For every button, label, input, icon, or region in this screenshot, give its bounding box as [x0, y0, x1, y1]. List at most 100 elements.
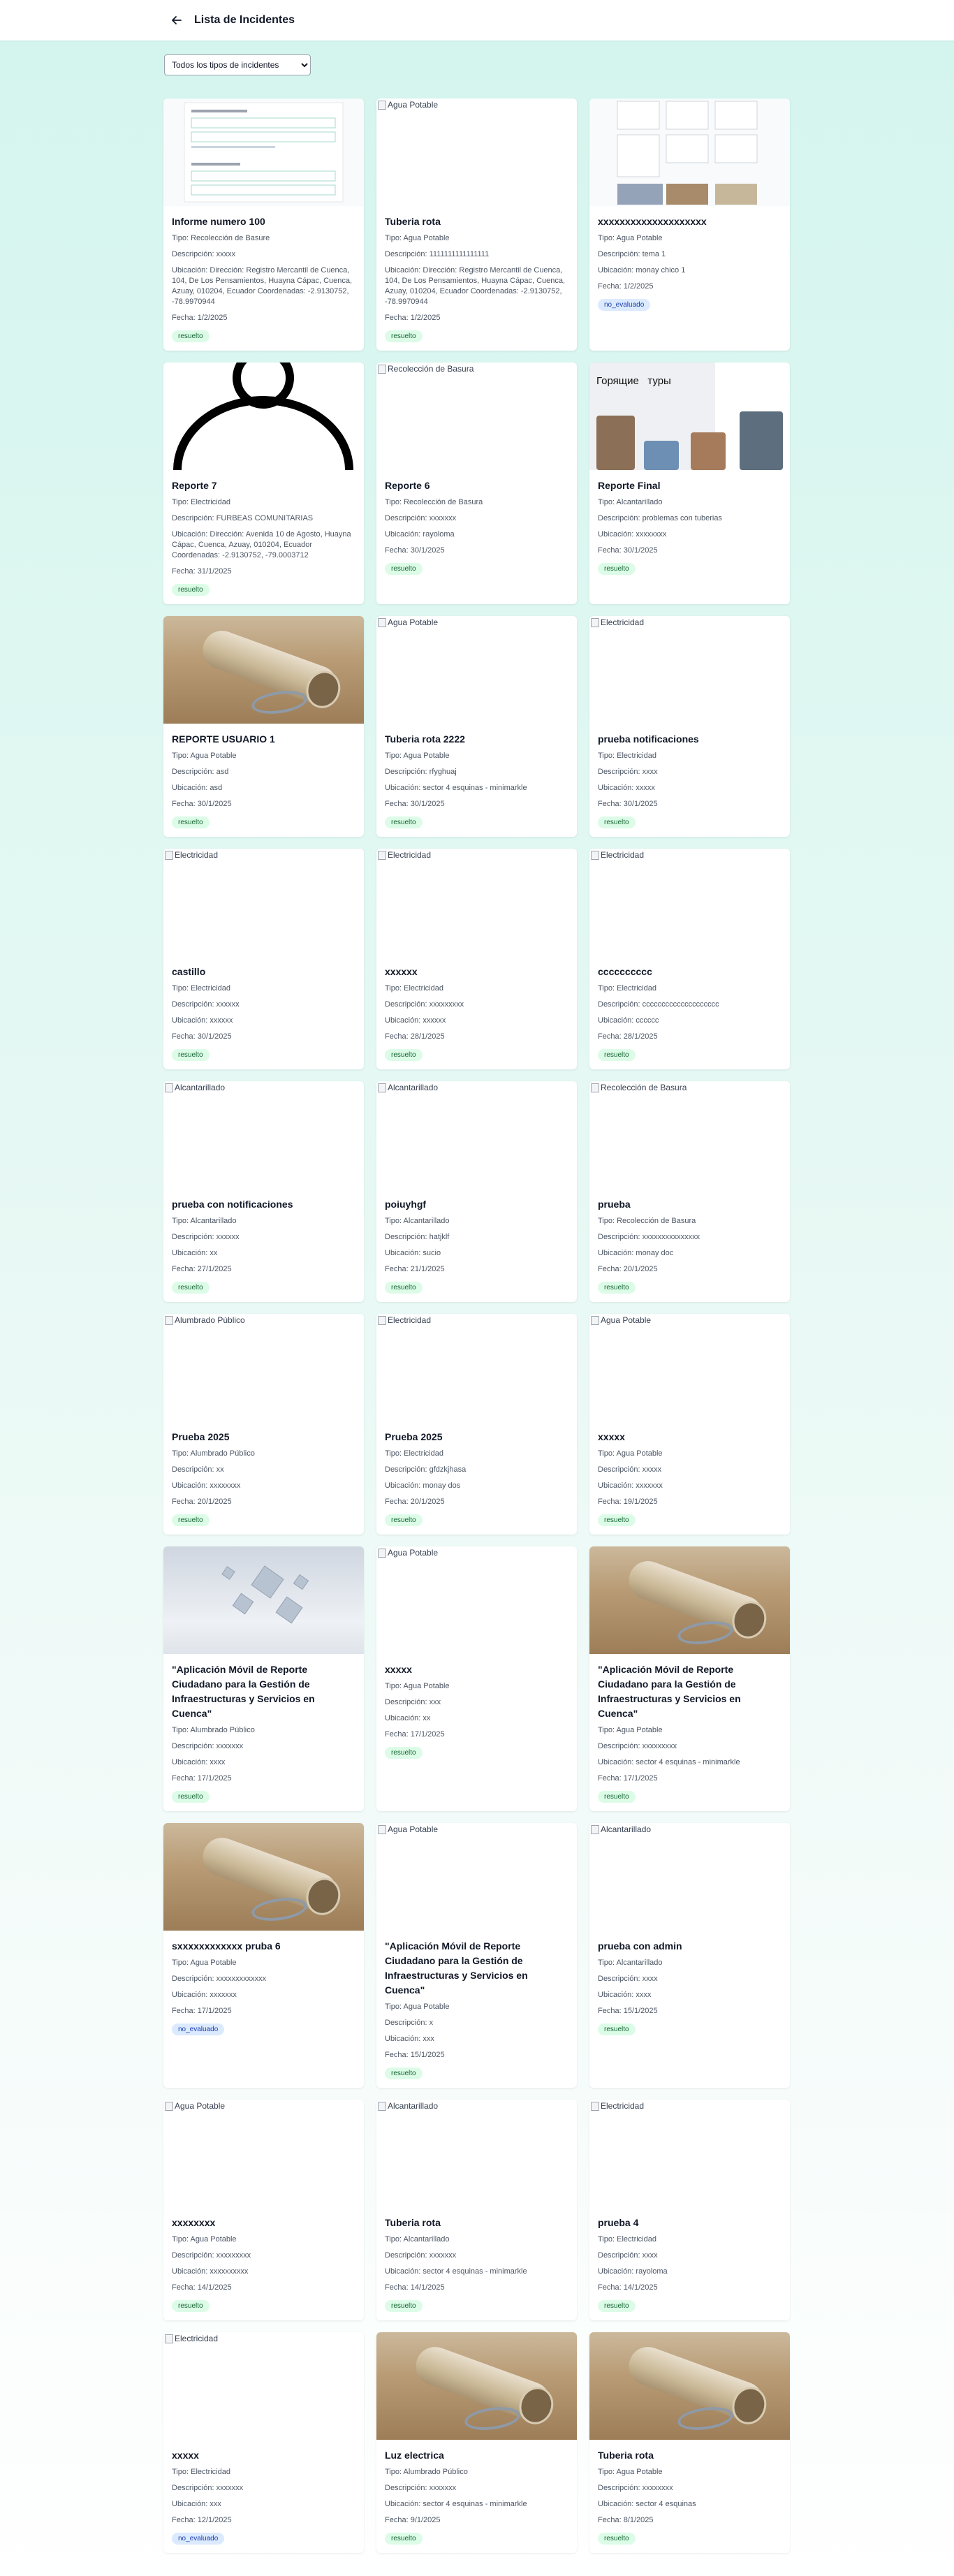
incident-details: Prueba 2025 Tipo: Alumbrado Público Descri… — [163, 1421, 364, 1535]
image-alt-text: Electricidad — [589, 2101, 644, 2111]
incident-details: "Aplicación Móvil de Reporte Ciudadano p… — [376, 1931, 577, 2088]
incident-card[interactable]: Agua Potable Tuberia rota 2222 Tipo: Agua … — [376, 616, 577, 837]
date-label: Fecha: — [598, 800, 622, 808]
incident-card[interactable]: Electricidad xxxxx Tipo: Electricidad Descr… — [163, 2332, 364, 2553]
incident-type: Tipo: Agua Potable — [385, 751, 568, 761]
description-value: xxxxx — [216, 250, 236, 258]
incident-card[interactable]: Electricidad cccccccccc Tipo: Electricidad… — [589, 849, 790, 1069]
description-value: xxxxxxx — [429, 2484, 457, 2492]
incident-card[interactable]: Горящие туры Reporte Final Tipo: Alcantari… — [589, 363, 790, 604]
image-alt-text: Electricidad — [163, 850, 218, 860]
incident-card[interactable]: Electricidad xxxxxx Tipo: Electricidad Desc… — [376, 849, 577, 1069]
incident-title: xxxxx — [385, 1664, 412, 1675]
location-label: Ubicación: — [598, 784, 634, 792]
status-badge: resuelto — [385, 563, 423, 575]
image-alt-text: Electricidad — [376, 850, 431, 860]
date-label: Fecha: — [598, 1265, 622, 1273]
description-label: Descripción: — [172, 1465, 214, 1474]
location-label: Ubicación: — [385, 2035, 421, 2043]
date-label: Fecha: — [385, 1265, 409, 1273]
incident-card[interactable]: "Aplicación Móvil de Reporte Ciudadano p… — [163, 1546, 364, 1811]
image-alt-text: Alcantarillado — [163, 1083, 225, 1092]
incident-title: poiuyhgf — [385, 1199, 427, 1210]
incident-card[interactable]: Electricidad castillo Tipo: Electricidad De… — [163, 849, 364, 1069]
incident-details: Tuberia rota 2222 Tipo: Agua Potable Descr… — [376, 724, 577, 837]
date-value: 8/1/2025 — [623, 2516, 654, 2524]
incident-card[interactable]: Tuberia rota Tipo: Agua Potable Descripció… — [589, 2332, 790, 2553]
incident-image-broken: Electricidad — [376, 1314, 577, 1421]
type-label: Tipo: — [385, 1449, 402, 1458]
description-value: xxx — [429, 1698, 441, 1706]
incident-title: xxxxx — [598, 1431, 625, 1442]
incident-image-broken: Alcantarillado — [376, 1081, 577, 1189]
type-value: Electricidad — [404, 984, 443, 993]
date-label: Fecha: — [598, 1498, 622, 1506]
incident-card[interactable]: Luz electrica Tipo: Alumbrado Público Desc… — [376, 2332, 577, 2553]
incident-card[interactable]: Reporte 7 Tipo: Electricidad Descripción: … — [163, 363, 364, 604]
date-value: 14/1/2025 — [623, 2283, 658, 2292]
incident-card[interactable]: Agua Potable "Aplicación Móvil de Reporte… — [376, 1823, 577, 2088]
location-label: Ubicación: — [598, 1481, 634, 1490]
incident-description: Descripción: problemas con tuberias — [598, 513, 781, 524]
incident-card[interactable]: xxxxxxxxxxxxxxxxxxxx Tipo: Agua Potable De… — [589, 98, 790, 351]
incident-card[interactable]: Alcantarillado prueba con notificaciones T… — [163, 1081, 364, 1302]
incident-title: "Aplicación Móvil de Reporte Ciudadano p… — [385, 1940, 528, 1996]
incident-card[interactable]: "Aplicación Móvil de Reporte Ciudadano p… — [589, 1546, 790, 1811]
incident-card[interactable]: REPORTE USUARIO 1 Tipo: Agua Potable Descr… — [163, 616, 364, 837]
description-value: cccccccccccccccccccc — [642, 1000, 719, 1009]
date-value: 12/1/2025 — [197, 2516, 232, 2524]
incident-details: "Aplicación Móvil de Reporte Ciudadano p… — [589, 1654, 790, 1811]
incident-date: Fecha: 17/1/2025 — [598, 1773, 781, 1784]
incident-image-broken: Electricidad — [589, 2100, 790, 2207]
incident-card[interactable]: sxxxxxxxxxxxx pruba 6 Tipo: Agua Potable D… — [163, 1823, 364, 2088]
date-label: Fecha: — [598, 2283, 622, 2292]
incident-image-broken: Electricidad — [163, 849, 364, 956]
incident-location: Ubicación: xxxx — [598, 1990, 781, 2000]
location-value: xxxxxxx — [210, 1991, 237, 1999]
incident-description: Descripción: 1111111111111111 — [385, 249, 568, 260]
location-label: Ubicación: — [172, 266, 208, 275]
incident-card[interactable]: Agua Potable xxxxx Tipo: Agua Potable Descr… — [589, 1314, 790, 1535]
date-label: Fecha: — [172, 2007, 196, 2015]
type-value: Agua Potable — [616, 1726, 663, 1734]
incident-card[interactable]: Informe numero 100 Tipo: Recolección de B… — [163, 98, 364, 351]
incident-card[interactable]: Agua Potable xxxxx Tipo: Agua Potable Descr… — [376, 1546, 577, 1811]
incident-type-filter[interactable]: Todos los tipos de incidentes — [164, 54, 311, 75]
incident-card[interactable]: Alcantarillado prueba con admin Tipo: Alca… — [589, 1823, 790, 2088]
location-label: Ubicación: — [172, 1249, 208, 1257]
incident-card[interactable]: Electricidad prueba notificaciones Tipo: E… — [589, 616, 790, 837]
incident-list-area: Todos los tipos de incidentes Informe nu… — [0, 41, 954, 2576]
incident-details: xxxxxxxx Tipo: Agua Potable Descripción: x… — [163, 2207, 364, 2320]
incident-card[interactable]: Alumbrado Público Prueba 2025 Tipo: Alumbr… — [163, 1314, 364, 1535]
incident-location: Ubicación: cccccc — [598, 1016, 781, 1026]
type-label: Tipo: — [172, 498, 189, 506]
back-button[interactable] — [168, 11, 186, 29]
incident-card[interactable]: Agua Potable xxxxxxxx Tipo: Agua Potable De… — [163, 2100, 364, 2320]
description-label: Descripción: — [598, 1465, 640, 1474]
status-badge: resuelto — [598, 1049, 636, 1061]
incident-card[interactable]: Alcantarillado Tuberia rota Tipo: Alcantar… — [376, 2100, 577, 2320]
incident-card[interactable]: Alcantarillado poiuyhgf Tipo: Alcantarilla… — [376, 1081, 577, 1302]
incident-card[interactable]: Recolección de Basura prueba Tipo: Recolec… — [589, 1081, 790, 1302]
type-value: Agua Potable — [190, 752, 237, 760]
incident-type: Tipo: Agua Potable — [598, 1725, 781, 1736]
incident-image-broken: Agua Potable — [376, 98, 577, 206]
date-label: Fecha: — [385, 1730, 409, 1739]
incident-photo-cubes — [163, 1546, 364, 1654]
image-alt-text: Agua Potable — [589, 1315, 651, 1325]
location-value: xx — [210, 1249, 218, 1257]
type-label: Tipo: — [172, 1449, 189, 1458]
incident-photo-pipe — [376, 2332, 577, 2440]
incident-card[interactable]: Electricidad prueba 4 Tipo: Electricidad De… — [589, 2100, 790, 2320]
status-badge: resuelto — [598, 2024, 636, 2035]
incident-card[interactable]: Agua Potable Tuberia rota Tipo: Agua Potab… — [376, 98, 577, 351]
location-value: asd — [210, 784, 223, 792]
incident-card[interactable]: Electricidad Prueba 2025 Tipo: Electricida… — [376, 1314, 577, 1535]
incident-card[interactable]: Recolección de Basura Reporte 6 Tipo: Reco… — [376, 363, 577, 604]
incident-description: Descripción: xxxx — [598, 2251, 781, 2261]
incident-image-broken: Agua Potable — [589, 1314, 790, 1421]
incident-location: Ubicación: xx — [385, 1713, 568, 1724]
incident-location: Ubicación: xxxx — [172, 1757, 355, 1768]
image-alt-text: Recolección de Basura — [376, 364, 474, 374]
incident-title: prueba 4 — [598, 2217, 639, 2228]
